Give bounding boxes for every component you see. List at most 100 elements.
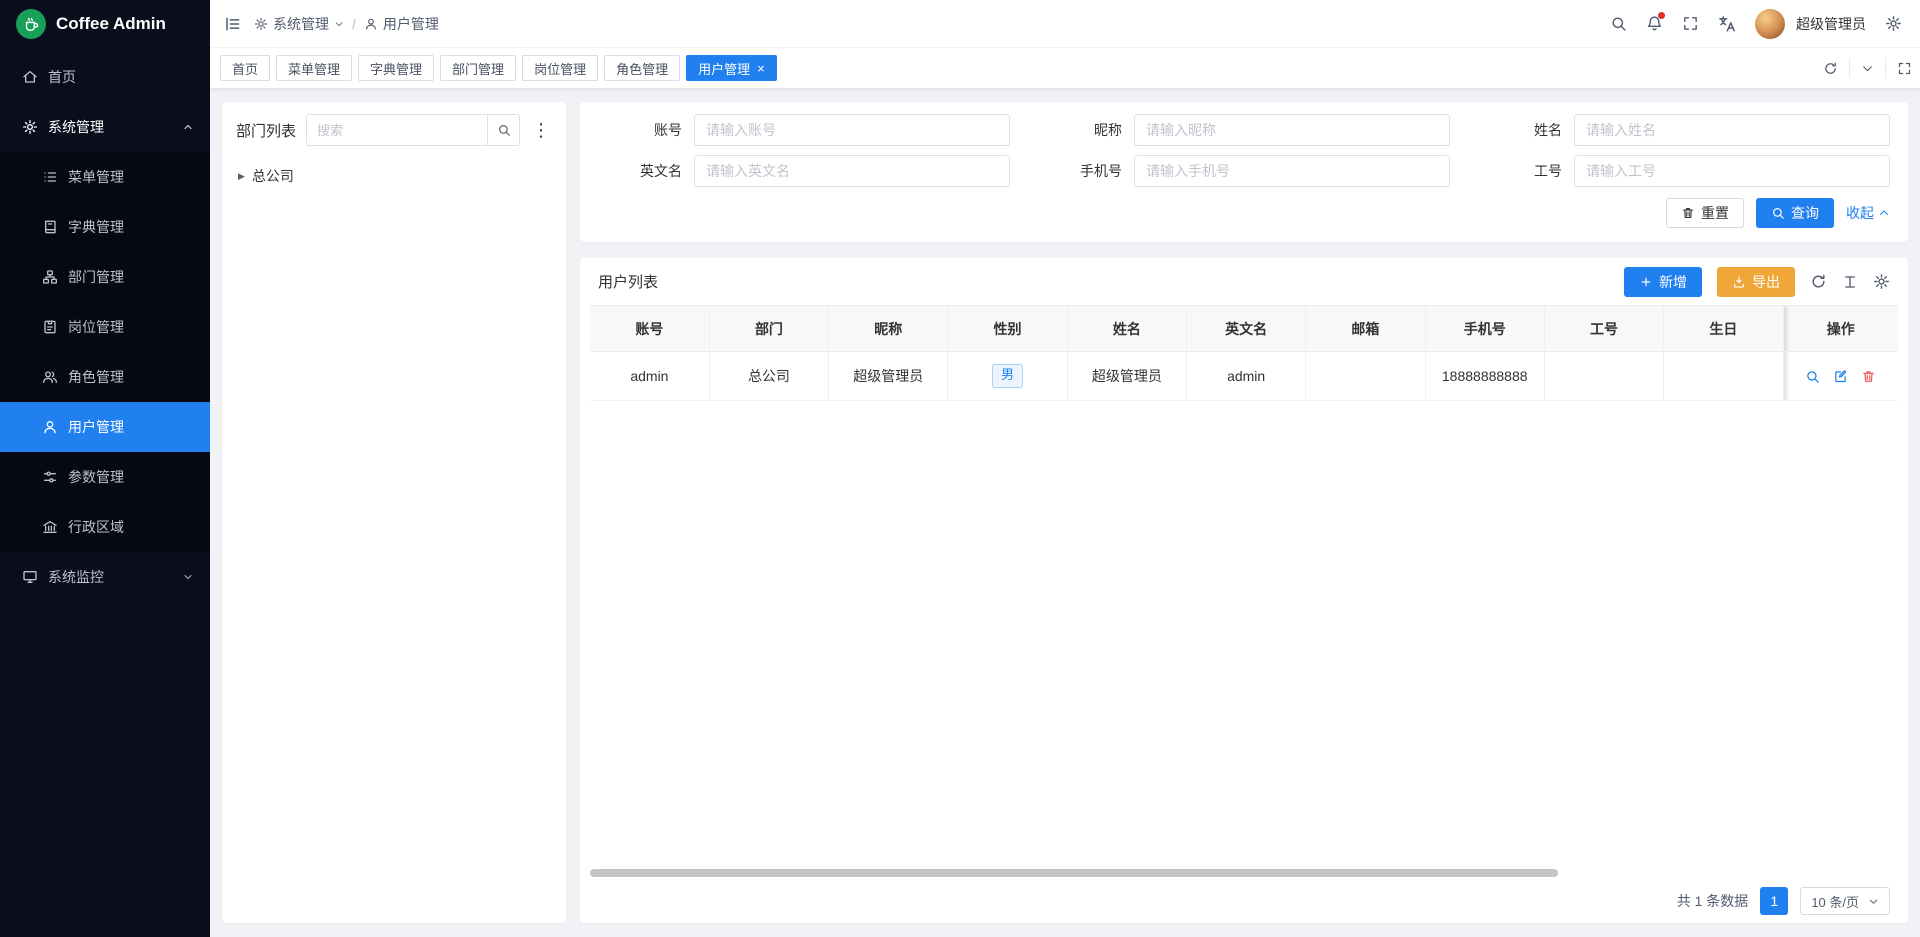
notification-dot [1658,12,1665,19]
sidebar-item-label: 字典管理 [68,217,124,237]
column-header-dept: 部门 [709,306,828,352]
department-panel: 部门列表 ⋮ ▶ 总公司 [222,102,566,923]
sidebar-item-param-management[interactable]: 参数管理 [0,452,210,502]
job-number-label: 工号 [1478,161,1574,181]
gear-icon [254,17,268,31]
nickname-input[interactable] [1134,114,1450,146]
user-icon [364,17,378,31]
edit-icon[interactable] [1833,369,1848,384]
account-input[interactable] [694,114,1010,146]
tab-role-management[interactable]: 角色管理 [604,55,680,81]
tab-home[interactable]: 首页 [220,55,270,81]
content-expand-icon[interactable] [1895,61,1914,76]
sidebar-menu: 首页 系统管理 菜单管理 字典管理 部门管理 [0,48,210,602]
column-header-english-name: 英文名 [1186,306,1305,352]
settings-gear-icon[interactable] [1885,15,1902,32]
more-options-icon[interactable]: ⋮ [530,121,552,139]
search-icon [1771,206,1785,220]
tab-post-management[interactable]: 岗位管理 [522,55,598,81]
home-icon [22,69,38,85]
sidebar-item-system-monitor[interactable]: 系统监控 [0,552,210,602]
sidebar-item-label: 部门管理 [68,267,124,287]
cell-job-number [1544,352,1663,401]
sidebar-item-role-management[interactable]: 角色管理 [0,352,210,402]
view-icon[interactable] [1805,369,1820,384]
nickname-label: 昵称 [1038,120,1134,140]
sidebar-item-dept-management[interactable]: 部门管理 [0,252,210,302]
download-icon [1732,275,1746,289]
tab-dict-management[interactable]: 字典管理 [358,55,434,81]
page-number-button[interactable]: 1 [1760,887,1788,915]
coffee-logo-icon [16,9,46,39]
collapse-form-link[interactable]: 收起 [1846,203,1890,223]
breadcrumb-item-system[interactable]: 系统管理 [254,14,344,34]
english-name-input[interactable] [694,155,1010,187]
topbar-right: 超级管理员 [1610,9,1902,39]
delete-icon[interactable] [1861,369,1876,384]
column-header-phone: 手机号 [1425,306,1544,352]
form-item-name: 姓名 [1478,114,1890,146]
column-settings-gear-icon[interactable] [1873,273,1890,290]
column-header-actions: 操作 [1783,306,1898,352]
add-user-button[interactable]: 新增 [1624,267,1702,297]
pagination: 共 1 条数据 1 10 条/页 [590,879,1898,923]
refresh-icon[interactable] [1810,273,1827,290]
sidebar-item-admin-region[interactable]: 行政区域 [0,502,210,552]
phone-input[interactable] [1134,155,1450,187]
department-list-title: 部门列表 [236,120,296,141]
column-width-icon[interactable] [1842,274,1858,290]
org-tree-icon [42,269,58,285]
job-number-input[interactable] [1574,155,1890,187]
breadcrumb: 系统管理 / 用户管理 [254,14,439,34]
user-avatar[interactable] [1755,9,1785,39]
sidebar-item-label: 行政区域 [68,517,124,537]
translate-icon[interactable] [1718,15,1736,33]
monitor-icon [22,569,38,585]
sidebar-item-label: 系统监控 [48,567,172,587]
column-header-email: 邮箱 [1306,306,1425,352]
app-root: Coffee Admin 首页 系统管理 菜单管理 字典管理 [0,0,1920,937]
total-count-text: 共 1 条数据 [1677,891,1749,911]
chevron-up-icon [182,121,194,133]
page-size-select[interactable]: 10 条/页 [1800,887,1890,915]
notification-bell-icon[interactable] [1646,15,1663,32]
table-container: 账号 部门 昵称 性别 姓名 英文名 邮箱 手机号 工号 生日 [590,305,1898,879]
horizontal-scrollbar[interactable] [590,869,1558,877]
export-button[interactable]: 导出 [1717,267,1795,297]
department-search [306,114,520,146]
sidebar-item-label: 菜单管理 [68,167,124,187]
sidebar-item-user-management[interactable]: 用户管理 [0,402,210,452]
chevron-down-icon[interactable] [1859,62,1876,75]
right-area: 账号 昵称 姓名 英文名 [580,102,1908,923]
sidebar-item-system-management[interactable]: 系统管理 [0,102,210,152]
english-name-label: 英文名 [598,161,694,181]
user-table: 账号 部门 昵称 性别 姓名 英文名 邮箱 手机号 工号 生日 [590,305,1898,401]
close-icon[interactable]: × [757,62,765,75]
system-management-submenu: 菜单管理 字典管理 部门管理 岗位管理 角色管理 [0,152,210,552]
tab-bar-controls [1821,58,1914,78]
search-form: 账号 昵称 姓名 英文名 [598,114,1890,187]
search-icon[interactable] [1610,15,1627,32]
search-icon[interactable] [487,115,519,145]
sidebar-collapse-icon[interactable] [224,15,242,33]
fullscreen-icon[interactable] [1682,15,1699,32]
search-form-actions: 重置 查询 收起 [598,198,1890,228]
caret-right-icon[interactable]: ▶ [238,171,245,182]
refresh-icon[interactable] [1821,61,1840,76]
bank-icon [42,519,58,535]
sidebar-item-home[interactable]: 首页 [0,52,210,102]
reset-button[interactable]: 重置 [1666,198,1744,228]
account-label: 账号 [598,120,694,140]
sidebar-item-menu-management[interactable]: 菜单管理 [0,152,210,202]
sidebar-item-post-management[interactable]: 岗位管理 [0,302,210,352]
sidebar-item-dict-management[interactable]: 字典管理 [0,202,210,252]
name-input[interactable] [1574,114,1890,146]
username[interactable]: 超级管理员 [1796,14,1866,34]
tab-menu-management[interactable]: 菜单管理 [276,55,352,81]
tree-node-root[interactable]: ▶ 总公司 [236,162,552,190]
tab-dept-management[interactable]: 部门管理 [440,55,516,81]
department-search-input[interactable] [307,123,487,138]
table-row[interactable]: admin 总公司 超级管理员 男 超级管理员 admin 1888888888… [590,352,1898,401]
query-button[interactable]: 查询 [1756,198,1834,228]
tab-user-management[interactable]: 用户管理 × [686,55,777,81]
